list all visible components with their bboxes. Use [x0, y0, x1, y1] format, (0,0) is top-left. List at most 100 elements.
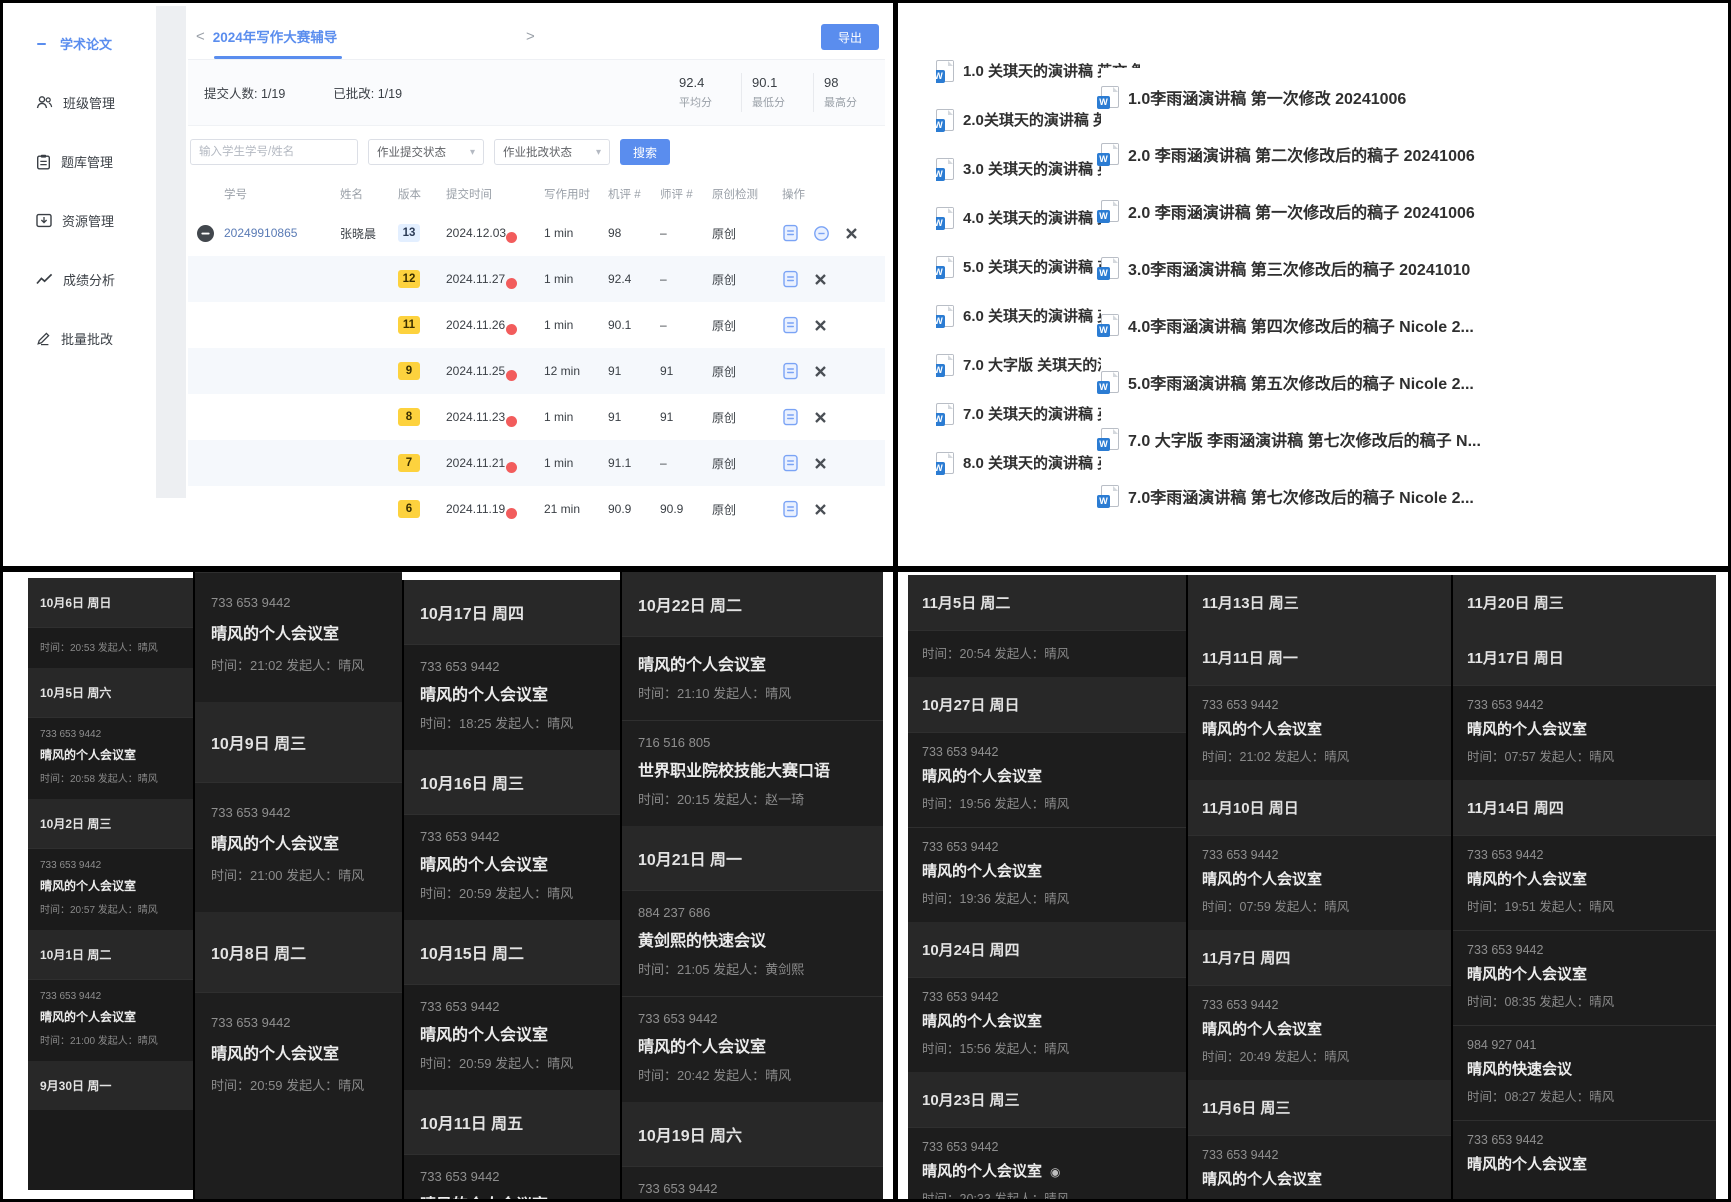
- sidebar-item-4[interactable]: 资源管理: [28, 191, 156, 250]
- meeting-card[interactable]: 733 653 9442晴风的个人会议室时间：21:02 发起人：晴风: [1188, 685, 1451, 780]
- student-search-input[interactable]: [190, 139, 358, 165]
- meeting-id: 733 653 9442: [1467, 943, 1702, 957]
- sidebar-item-label: 批量批改: [61, 329, 113, 348]
- meeting-card[interactable]: 733 653 9442晴风的个人会议室时间：20:59 发起人：晴风: [404, 814, 620, 920]
- version-badge[interactable]: 9: [398, 362, 420, 380]
- machine-score: 92.4: [608, 272, 660, 286]
- sidebar-item-2[interactable]: 班级管理: [28, 73, 156, 132]
- close-icon[interactable]: [844, 226, 859, 241]
- meeting-card[interactable]: 733 653 9442晴风的个人会议室时间：19:56 发起人：晴风: [908, 732, 1186, 827]
- meeting-time-host: 时间：18:25 发起人：晴风: [420, 713, 604, 732]
- meeting-card[interactable]: 733 653 9442晴风的个人会议室时间：20:59 发起人：晴风: [404, 984, 620, 1090]
- search-button[interactable]: 搜索: [620, 139, 670, 165]
- meeting-card[interactable]: 733 653 9442晴风的个人会议室时间：21:00 发起人：晴风: [195, 782, 402, 912]
- word-doc-icon: [1101, 143, 1119, 165]
- file-item[interactable]: 2.0 李雨涵演讲稿 第一次修改后的稿子 20241006: [1101, 182, 1701, 239]
- meeting-card[interactable]: 884 237 686黄剑熙的快速会议时间：21:05 发起人：黄剑熙: [622, 890, 883, 996]
- meeting-card[interactable]: 733 653 9442晴风的个人会议室时间：19:51 发起人：晴风: [1453, 835, 1716, 930]
- meeting-card[interactable]: 733 653 9442晴风的个人会议室时间：20:57 发起人：晴风: [28, 848, 193, 930]
- tab-contest[interactable]: 2024年写作大赛辅导: [213, 26, 338, 48]
- sidebar-item-6[interactable]: 批量批改: [28, 309, 156, 368]
- meeting-card[interactable]: 733 653 9442晴风的个人会议室: [1453, 1120, 1716, 1196]
- meeting-card[interactable]: 733 653 9442晴风的个人会议室时间：12:07 发起人：晴风: [622, 1166, 883, 1199]
- sidebar-item-5[interactable]: 成绩分析: [28, 250, 156, 309]
- grade-status-select[interactable]: 作业批改状态▾: [494, 139, 610, 165]
- close-icon[interactable]: [813, 502, 828, 517]
- meeting-card[interactable]: 时间：20:54 发起人：晴风: [908, 630, 1186, 677]
- submission-row[interactable]: 82024.11.231 min9191原创: [188, 394, 885, 440]
- meeting-card[interactable]: 733 653 9442晴风的个人会议室◉时间：20:33 发起人：晴风: [908, 1127, 1186, 1199]
- submission-row[interactable]: 20249910865张晓晨132024.12.031 min98–原创: [188, 210, 885, 256]
- meeting-card[interactable]: 晴风的个人会议室时间：21:10 发起人：晴风: [622, 636, 883, 720]
- meeting-name: 晴风的个人会议室◉: [922, 1160, 1172, 1181]
- doc-icon[interactable]: [782, 316, 799, 334]
- submission-row[interactable]: 62024.11.1921 min90.990.9原创: [188, 486, 885, 532]
- meeting-card[interactable]: 733 653 9442晴风的个人会议室时间：07:57 发起人：晴风: [1453, 685, 1716, 780]
- admin-main: < 2024年写作大赛辅导 > 导出 提交人数: 1/19 已批改: 1/19 …: [188, 14, 885, 532]
- writing-duration: 1 min: [544, 410, 608, 424]
- meeting-name: 晴风的个人会议室: [211, 1040, 386, 1064]
- version-badge[interactable]: 13: [398, 224, 420, 242]
- file-item[interactable]: 3.0李雨涵演讲稿 第三次修改后的稿子 20241010: [1101, 239, 1701, 296]
- chevron-left-icon[interactable]: <: [188, 28, 213, 45]
- meeting-name: 世界职业院校技能大赛口语: [638, 757, 867, 781]
- doc-icon[interactable]: [782, 362, 799, 380]
- originality-result: 原创: [712, 501, 782, 518]
- meeting-card[interactable]: 733 653 9442晴风的个人会议室时间：20:49 发起人：晴风: [1188, 985, 1451, 1080]
- meeting-card[interactable]: 733 653 9442晴风的个人会议室时间：19:36 发起人：晴风: [908, 827, 1186, 922]
- submit-status-select[interactable]: 作业提交状态▾: [368, 139, 484, 165]
- file-item[interactable]: 2.0 李雨涵演讲稿 第二次修改后的稿子 20241006: [1101, 125, 1701, 182]
- version-badge[interactable]: 7: [398, 454, 420, 472]
- sidebar-item-3[interactable]: 题库管理: [28, 132, 156, 191]
- submission-row[interactable]: 72024.11.211 min91.1–原创: [188, 440, 885, 486]
- doc-icon[interactable]: [782, 270, 799, 288]
- doc-icon[interactable]: [782, 224, 799, 242]
- meeting-card[interactable]: 716 516 805世界职业院校技能大赛口语时间：20:15 发起人：赵一琦: [622, 720, 883, 826]
- submission-row[interactable]: 122024.11.271 min92.4–原创: [188, 256, 885, 302]
- version-badge[interactable]: 6: [398, 500, 420, 518]
- file-item[interactable]: 7.0 大字版 李雨涵演讲稿 第七次修改后的稿子 N...: [1101, 410, 1701, 467]
- file-item[interactable]: 7.0李雨涵演讲稿 第七次修改后的稿子 Nicole 2...: [1101, 467, 1701, 524]
- version-badge[interactable]: 8: [398, 408, 420, 426]
- file-item[interactable]: 4.0李雨涵演讲稿 第四次修改后的稿子 Nicole 2...: [1101, 296, 1701, 353]
- word-doc-icon: [936, 305, 954, 327]
- close-icon[interactable]: [813, 456, 828, 471]
- close-icon[interactable]: [813, 272, 828, 287]
- meeting-column: 11月5日 周二时间：20:54 发起人：晴风10月27日 周日733 653 …: [908, 575, 1186, 1199]
- export-button[interactable]: 导出: [821, 24, 879, 50]
- meeting-card[interactable]: 733 653 9442晴风的个人会议室时间：20:57 发起人：晴风: [404, 1154, 620, 1199]
- doc-icon[interactable]: [782, 454, 799, 472]
- meeting-card[interactable]: 733 653 9442晴风的个人会议室时间：18:25 发起人：晴风: [404, 644, 620, 750]
- meeting-card[interactable]: 733 653 9442晴风的个人会议室时间：21:00 发起人：晴风: [28, 979, 193, 1061]
- version-badge[interactable]: 12: [398, 270, 420, 288]
- meeting-card[interactable]: 733 653 9442晴风的个人会议室时间：20:58 发起人：晴风: [28, 717, 193, 799]
- meeting-id: 733 653 9442: [211, 595, 386, 610]
- doc-icon[interactable]: [782, 408, 799, 426]
- chevron-right-icon[interactable]: >: [518, 28, 543, 45]
- circle-minus-icon[interactable]: [813, 225, 830, 242]
- close-icon[interactable]: [813, 364, 828, 379]
- meeting-id: 733 653 9442: [1202, 848, 1437, 862]
- meeting-card[interactable]: 733 653 9442晴风的个人会议室时间：15:56 发起人：晴风: [908, 977, 1186, 1072]
- meeting-card[interactable]: 733 653 9442晴风的个人会议室时间：21:02 发起人：晴风: [195, 572, 402, 702]
- version-badge[interactable]: 11: [398, 316, 420, 334]
- submission-row[interactable]: 92024.11.2512 min9191原创: [188, 348, 885, 394]
- meeting-card[interactable]: 时间：20:53 发起人：晴风: [28, 627, 193, 668]
- close-icon[interactable]: [813, 318, 828, 333]
- date-header: 11月6日 周三: [1188, 1080, 1451, 1135]
- meeting-card[interactable]: 733 653 9442晴风的个人会议室时间：08:35 发起人：晴风: [1453, 930, 1716, 1025]
- table-header: 学号姓名版本提交时间写作用时机评 #师评 #原创检测操作: [188, 178, 885, 210]
- doc-icon[interactable]: [782, 500, 799, 518]
- sidebar-item-1[interactable]: 学术论文: [28, 14, 156, 73]
- meeting-card[interactable]: 733 653 9442晴风的个人会议室时间：07:59 发起人：晴风: [1188, 835, 1451, 930]
- close-icon[interactable]: [813, 410, 828, 425]
- meeting-card[interactable]: 733 653 9442晴风的个人会议室时间：20:59 发起人：晴风: [1188, 1135, 1451, 1199]
- meeting-card[interactable]: 984 927 041晴风的快速会议时间：08:27 发起人：晴风: [1453, 1025, 1716, 1120]
- file-item[interactable]: 1.0李雨涵演讲稿 第一次修改 20241006: [1101, 68, 1701, 125]
- meeting-card[interactable]: 733 653 9442晴风的个人会议室时间：20:59 发起人：晴风: [195, 992, 402, 1122]
- meeting-id: 733 653 9442: [1467, 698, 1702, 712]
- meeting-card[interactable]: 733 653 9442晴风的个人会议室时间：20:42 发起人：晴风: [622, 996, 883, 1102]
- sidebar-item-label: 成绩分析: [63, 270, 115, 289]
- submission-row[interactable]: 112024.11.261 min90.1–原创: [188, 302, 885, 348]
- file-item[interactable]: 5.0李雨涵演讲稿 第五次修改后的稿子 Nicole 2...: [1101, 353, 1701, 410]
